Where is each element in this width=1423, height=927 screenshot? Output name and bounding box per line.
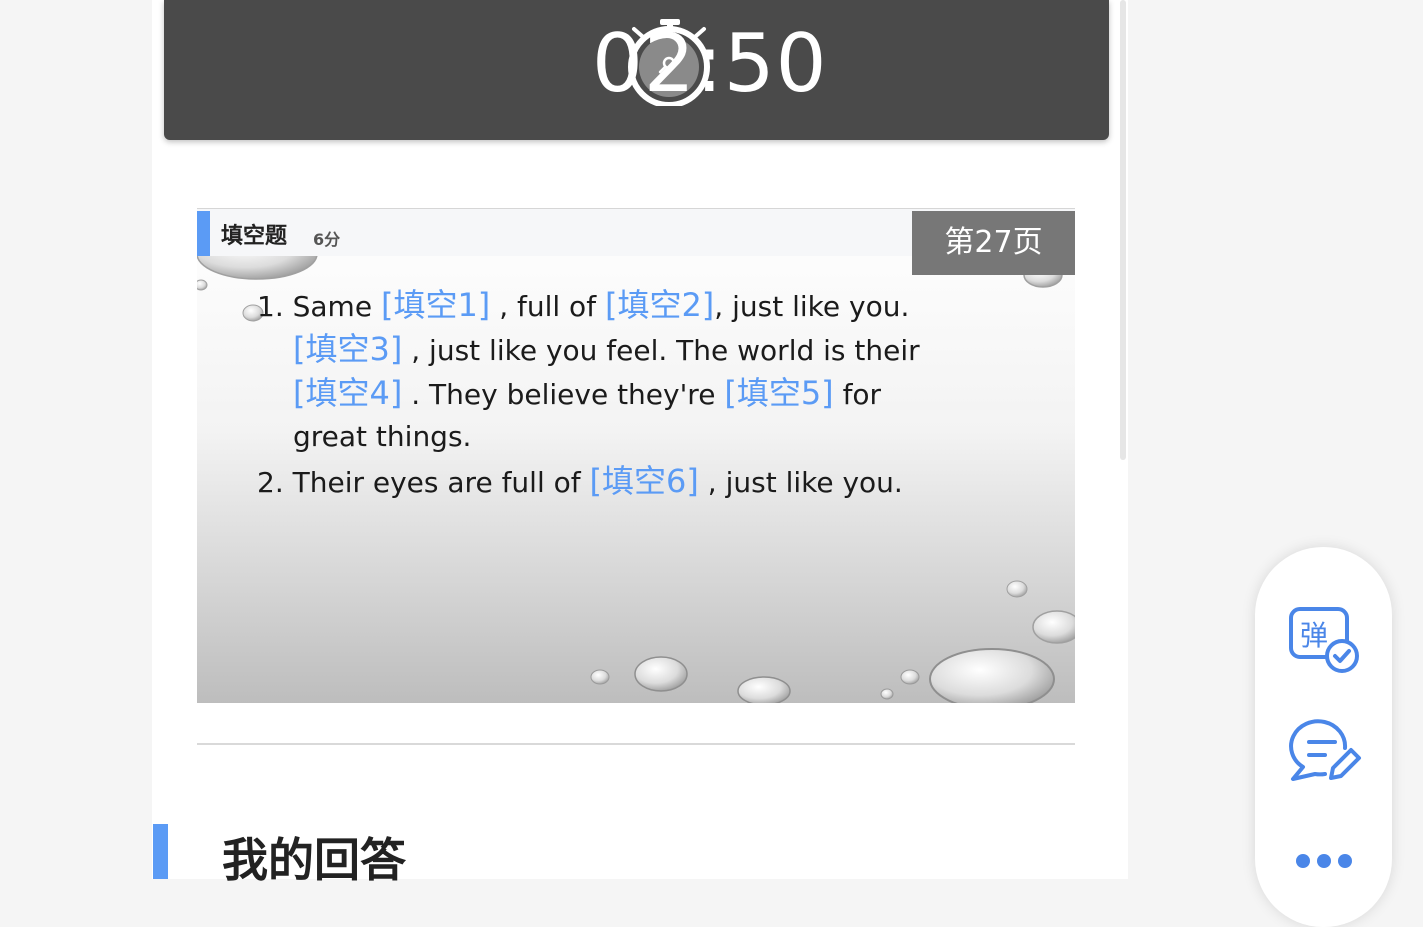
more-icon[interactable] [1285,822,1363,900]
blank-field[interactable]: [填空4] [293,374,402,412]
chat-edit-icon[interactable] [1285,712,1363,790]
danmaku-check-icon[interactable]: 弹 [1285,599,1363,677]
question-score: 6分 [313,230,341,249]
my-answer-title: 我的回答 [222,833,406,887]
question-type-label: 填空题 [221,224,288,249]
question-line: 2. Their eyes are full of [填空6] , just l… [257,459,1047,503]
question-line: great things. [257,415,1047,459]
question-card: 填空题 6分 第27页 1. Same [填空1] , full of [填空2… [197,208,1075,703]
line-text: . They believe they're [402,378,725,411]
line-text: , just like you feel. The world is their [402,334,920,367]
floating-action-panel: 弹 [1255,547,1392,927]
blank-field[interactable]: [填空2] [605,286,714,324]
scrollbar[interactable] [1118,0,1128,879]
line-text: great things. [293,420,472,453]
line-text: , just like you. [714,290,910,323]
line-text: , full of [490,290,605,323]
page-number-badge: 第27页 [912,211,1075,275]
blank-field[interactable]: [填空3] [293,330,402,368]
danmaku-glyph: 弹 [1300,619,1328,652]
blank-field[interactable]: [填空1] [381,286,490,324]
line-text: for [833,378,882,411]
blank-field[interactable]: [填空6] [590,462,699,500]
blank-field[interactable]: [填空5] [724,374,833,412]
header-accent-bar [197,211,210,256]
slide-question-text: 1. Same [填空1] , full of [填空2], just like… [257,283,1047,503]
line-text: 1. Same [257,290,381,323]
countdown-timer-bar: 02:50 [164,0,1109,140]
section-accent-bar [153,824,168,879]
timer-remaining: 02:50 [592,17,828,110]
line-text: 2. Their eyes are full of [257,466,590,499]
line-text: , just like you. [698,466,903,499]
question-line: 1. Same [填空1] , full of [填空2], just like… [257,283,1047,327]
question-line: [填空3] , just like you feel. The world is… [257,327,1047,371]
section-divider [197,743,1075,745]
question-line: [填空4] . They believe they're [填空5] for [257,371,1047,415]
scrollbar-thumb[interactable] [1120,0,1126,460]
